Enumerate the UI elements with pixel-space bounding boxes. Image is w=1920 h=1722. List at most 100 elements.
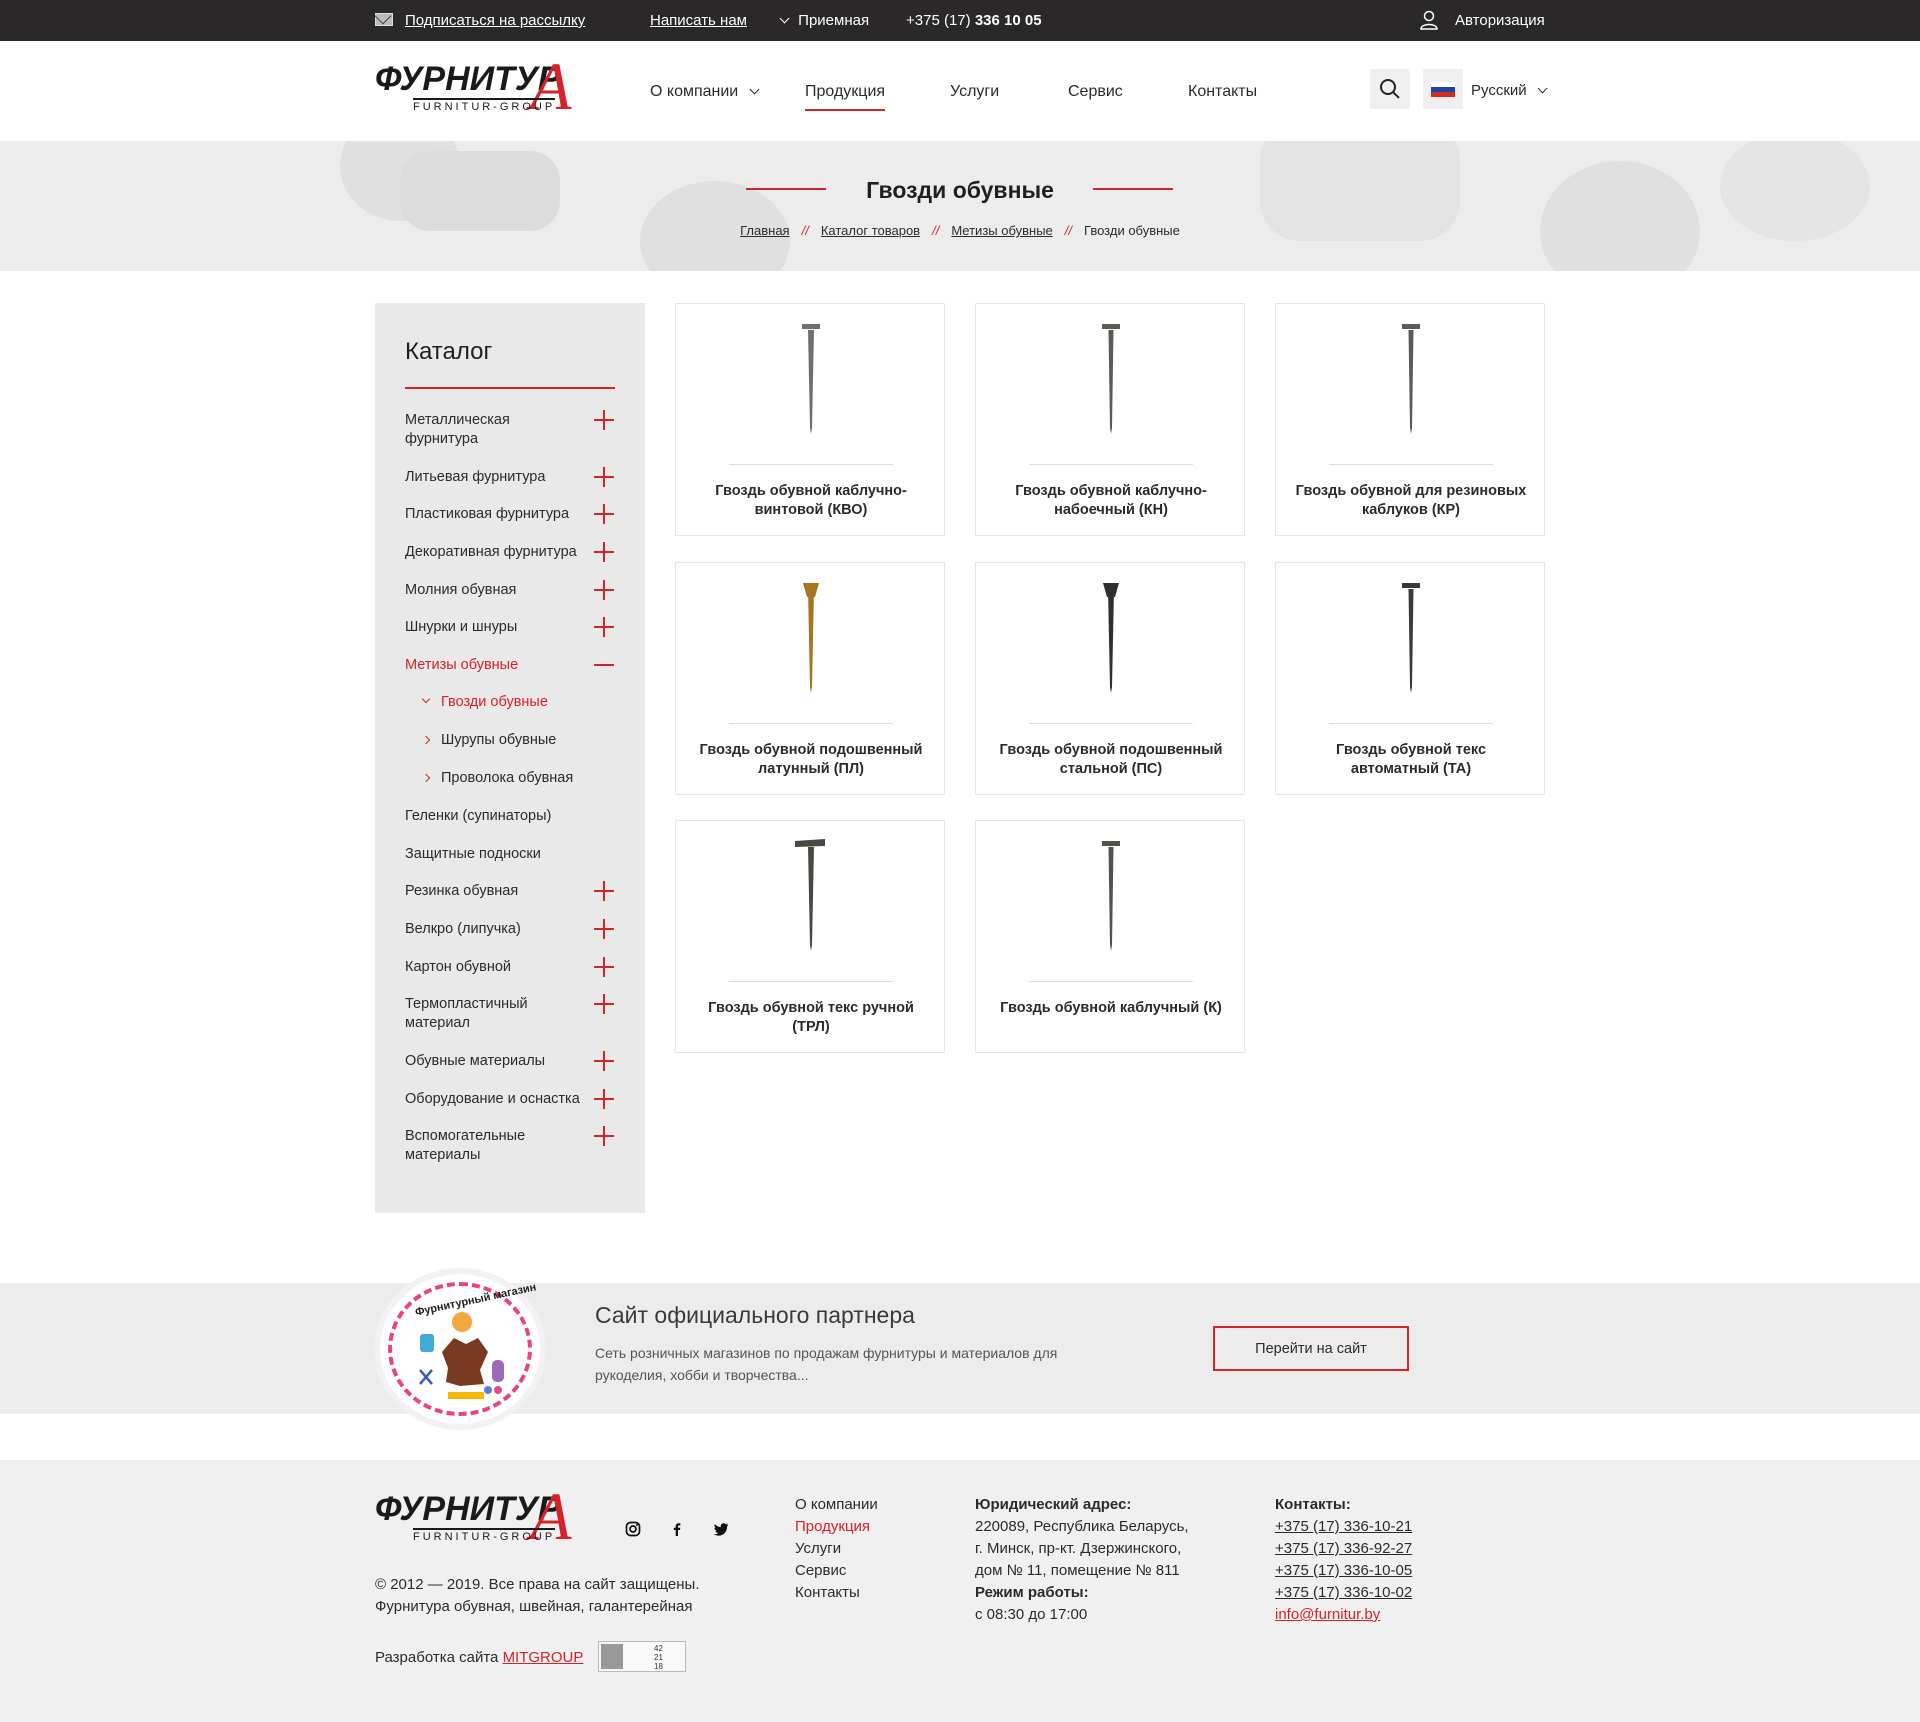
email-link[interactable]: info@furnitur.by bbox=[1275, 1604, 1412, 1626]
footer-menu-item-active[interactable]: Продукция bbox=[795, 1516, 878, 1538]
product-name[interactable]: Гвоздь обувной каблучно-набоечный (КН) bbox=[991, 482, 1231, 520]
footer-menu-item[interactable]: Контакты bbox=[795, 1582, 878, 1604]
catalog-item[interactable]: Оборудование и оснастка bbox=[405, 1090, 605, 1109]
footer-menu-item[interactable]: Услуги bbox=[795, 1538, 878, 1560]
footer-menu-item[interactable]: Сервис bbox=[795, 1560, 878, 1582]
expand-plus-icon[interactable] bbox=[594, 542, 614, 562]
developer-link[interactable]: MITGROUP bbox=[503, 1649, 584, 1666]
catalog-item[interactable]: Велкро (липучка) bbox=[405, 920, 585, 939]
catalog-item[interactable]: Декоративная фурнитура bbox=[405, 543, 605, 562]
catalog-subitem[interactable]: Шурупы обувные bbox=[421, 732, 557, 748]
expand-plus-icon[interactable] bbox=[594, 919, 614, 939]
product-card[interactable]: Гвоздь обувной каблучно-винтовой (КВО) bbox=[675, 303, 945, 536]
product-name[interactable]: Гвоздь обувной для резиновых каблуков (К… bbox=[1291, 482, 1531, 520]
write-us-link[interactable]: Написать нам bbox=[650, 12, 747, 29]
expand-plus-icon[interactable] bbox=[594, 957, 614, 977]
phone-link[interactable]: +375 (17) 336-10-21 bbox=[1275, 1516, 1412, 1538]
catalog-item-active[interactable]: Метизы обувные bbox=[405, 656, 585, 675]
catalog-subitem-label: Шурупы обувные bbox=[441, 732, 557, 748]
nav-item-about[interactable]: О компании bbox=[650, 83, 760, 101]
reception-dropdown[interactable]: Приемная bbox=[779, 12, 869, 29]
expand-plus-icon[interactable] bbox=[594, 1126, 614, 1146]
product-name[interactable]: Гвоздь обувной подошвенный латунный (ПЛ) bbox=[691, 741, 931, 779]
catalog-item[interactable]: Вспомогательные материалы bbox=[405, 1127, 555, 1165]
collapse-minus-icon[interactable] bbox=[594, 655, 614, 675]
subscribe-link[interactable]: Подписаться на рассылку bbox=[405, 12, 585, 29]
address-title: Юридический адрес: bbox=[975, 1496, 1132, 1513]
phone-link[interactable]: +375 (17) 336-92-27 bbox=[1275, 1538, 1412, 1560]
catalog-subitem-active[interactable]: Гвозди обувные bbox=[421, 694, 548, 710]
expand-plus-icon[interactable] bbox=[594, 994, 614, 1014]
catalog-subitem[interactable]: Проволока обувная bbox=[421, 770, 574, 786]
product-name[interactable]: Гвоздь обувной текс автоматный (ТА) bbox=[1291, 741, 1531, 779]
nail-shaft bbox=[808, 847, 814, 951]
breadcrumb-separator: // bbox=[801, 223, 809, 238]
catalog-item[interactable]: Резинка обувная bbox=[405, 882, 585, 901]
phone-link[interactable]: +375 (17) 336-10-02 bbox=[1275, 1582, 1412, 1604]
expand-plus-icon[interactable] bbox=[594, 1089, 614, 1109]
search-button[interactable] bbox=[1370, 69, 1410, 109]
facebook-icon[interactable] bbox=[669, 1521, 685, 1537]
breadcrumb-catalog[interactable]: Каталог товаров bbox=[821, 223, 920, 238]
catalog-item[interactable]: Пластиковая фурнитура bbox=[405, 505, 585, 524]
nav-item-services[interactable]: Услуги bbox=[950, 83, 999, 101]
card-divider bbox=[1329, 723, 1493, 724]
catalog-item[interactable]: Литьевая фурнитура bbox=[405, 468, 585, 487]
product-name[interactable]: Гвоздь обувной подошвенный стальной (ПС) bbox=[991, 741, 1231, 779]
language-flag[interactable] bbox=[1423, 69, 1463, 109]
catalog-item[interactable]: Металлическая фурнитура bbox=[405, 411, 585, 449]
nav-item-contacts[interactable]: Контакты bbox=[1188, 83, 1257, 101]
expand-plus-icon[interactable] bbox=[594, 617, 614, 637]
expand-plus-icon[interactable] bbox=[594, 881, 614, 901]
product-name[interactable]: Гвоздь обувной текс ручной (ТРЛ) bbox=[691, 999, 931, 1037]
card-divider bbox=[729, 981, 893, 982]
catalog-item[interactable]: Обувные материалы bbox=[405, 1052, 585, 1071]
product-card[interactable]: Гвоздь обувной текс ручной (ТРЛ) bbox=[675, 820, 945, 1053]
product-card[interactable]: Гвоздь обувной для резиновых каблуков (К… bbox=[1275, 303, 1545, 536]
product-name[interactable]: Гвоздь обувной каблучно-винтовой (КВО) bbox=[691, 482, 931, 520]
product-card[interactable]: Гвоздь обувной каблучно-набоечный (КН) bbox=[975, 303, 1245, 536]
catalog-item[interactable]: Молния обувная bbox=[405, 581, 585, 600]
partner-title: Сайт официального партнера bbox=[595, 1302, 915, 1328]
site-logo[interactable]: ФУРНИТУР А FURNITUR-GROUP bbox=[375, 52, 595, 122]
catalog-item[interactable]: Шнурки и шнуры bbox=[405, 618, 585, 637]
auth-link[interactable]: Авторизация bbox=[1455, 12, 1545, 29]
footer-logo[interactable]: ФУРНИТУР А FURNITUR-GROUP bbox=[375, 1482, 595, 1552]
expand-plus-icon[interactable] bbox=[594, 467, 614, 487]
language-select[interactable]: Русский bbox=[1471, 82, 1548, 99]
instagram-icon[interactable] bbox=[625, 1521, 641, 1537]
breadcrumb-hardware[interactable]: Метизы обувные bbox=[951, 223, 1052, 238]
product-card[interactable]: Гвоздь обувной подошвенный стальной (ПС) bbox=[975, 562, 1245, 795]
catalog-item[interactable]: Защитные подноски bbox=[405, 845, 585, 864]
twitter-icon[interactable] bbox=[713, 1521, 729, 1537]
product-card[interactable]: Гвоздь обувной текс автоматный (ТА) bbox=[1275, 562, 1545, 795]
hours-title: Режим работы: bbox=[975, 1584, 1089, 1601]
nav-item-service[interactable]: Сервис bbox=[1068, 83, 1123, 101]
site-footer bbox=[0, 1460, 1920, 1722]
product-card[interactable]: Гвоздь обувной каблучный (К) bbox=[975, 820, 1245, 1053]
catalog-subitem-label: Проволока обувная bbox=[441, 770, 574, 786]
phone-link[interactable]: +375 (17) 336 10 05 bbox=[906, 12, 1042, 29]
contacts-title: Контакты: bbox=[1275, 1496, 1351, 1513]
logo-subtitle: FURNITUR-GROUP bbox=[413, 98, 556, 113]
expand-plus-icon[interactable] bbox=[594, 504, 614, 524]
breadcrumb-home[interactable]: Главная bbox=[740, 223, 789, 238]
go-to-site-button[interactable]: Перейти на сайт bbox=[1213, 1326, 1409, 1371]
expand-plus-icon[interactable] bbox=[594, 410, 614, 430]
nav-item-products[interactable]: Продукция bbox=[805, 83, 886, 111]
product-card[interactable]: Гвоздь обувной подошвенный латунный (ПЛ) bbox=[675, 562, 945, 795]
catalog-item[interactable]: Термопластичный материал bbox=[405, 995, 555, 1033]
visit-counter[interactable]: 42 21 18 bbox=[598, 1641, 686, 1672]
phone-link[interactable]: +375 (17) 336-10-05 bbox=[1275, 1560, 1412, 1582]
partner-logo[interactable]: Фурнитурный магазин bbox=[374, 1268, 546, 1430]
catalog-item[interactable]: Картон обувной bbox=[405, 958, 585, 977]
expand-plus-icon[interactable] bbox=[594, 580, 614, 600]
expand-plus-icon[interactable] bbox=[594, 1051, 614, 1071]
user-icon[interactable] bbox=[1419, 10, 1439, 30]
counter-values: 42 21 18 bbox=[654, 1644, 663, 1671]
catalog-item[interactable]: Геленки (супинаторы) bbox=[405, 807, 585, 826]
breadcrumb-separator: // bbox=[932, 223, 940, 238]
product-name[interactable]: Гвоздь обувной каблучный (К) bbox=[991, 999, 1231, 1018]
page-hero: Гвозди обувные Главная // Каталог товаров /… bbox=[0, 141, 1920, 271]
footer-menu-item[interactable]: О компании bbox=[795, 1494, 878, 1516]
